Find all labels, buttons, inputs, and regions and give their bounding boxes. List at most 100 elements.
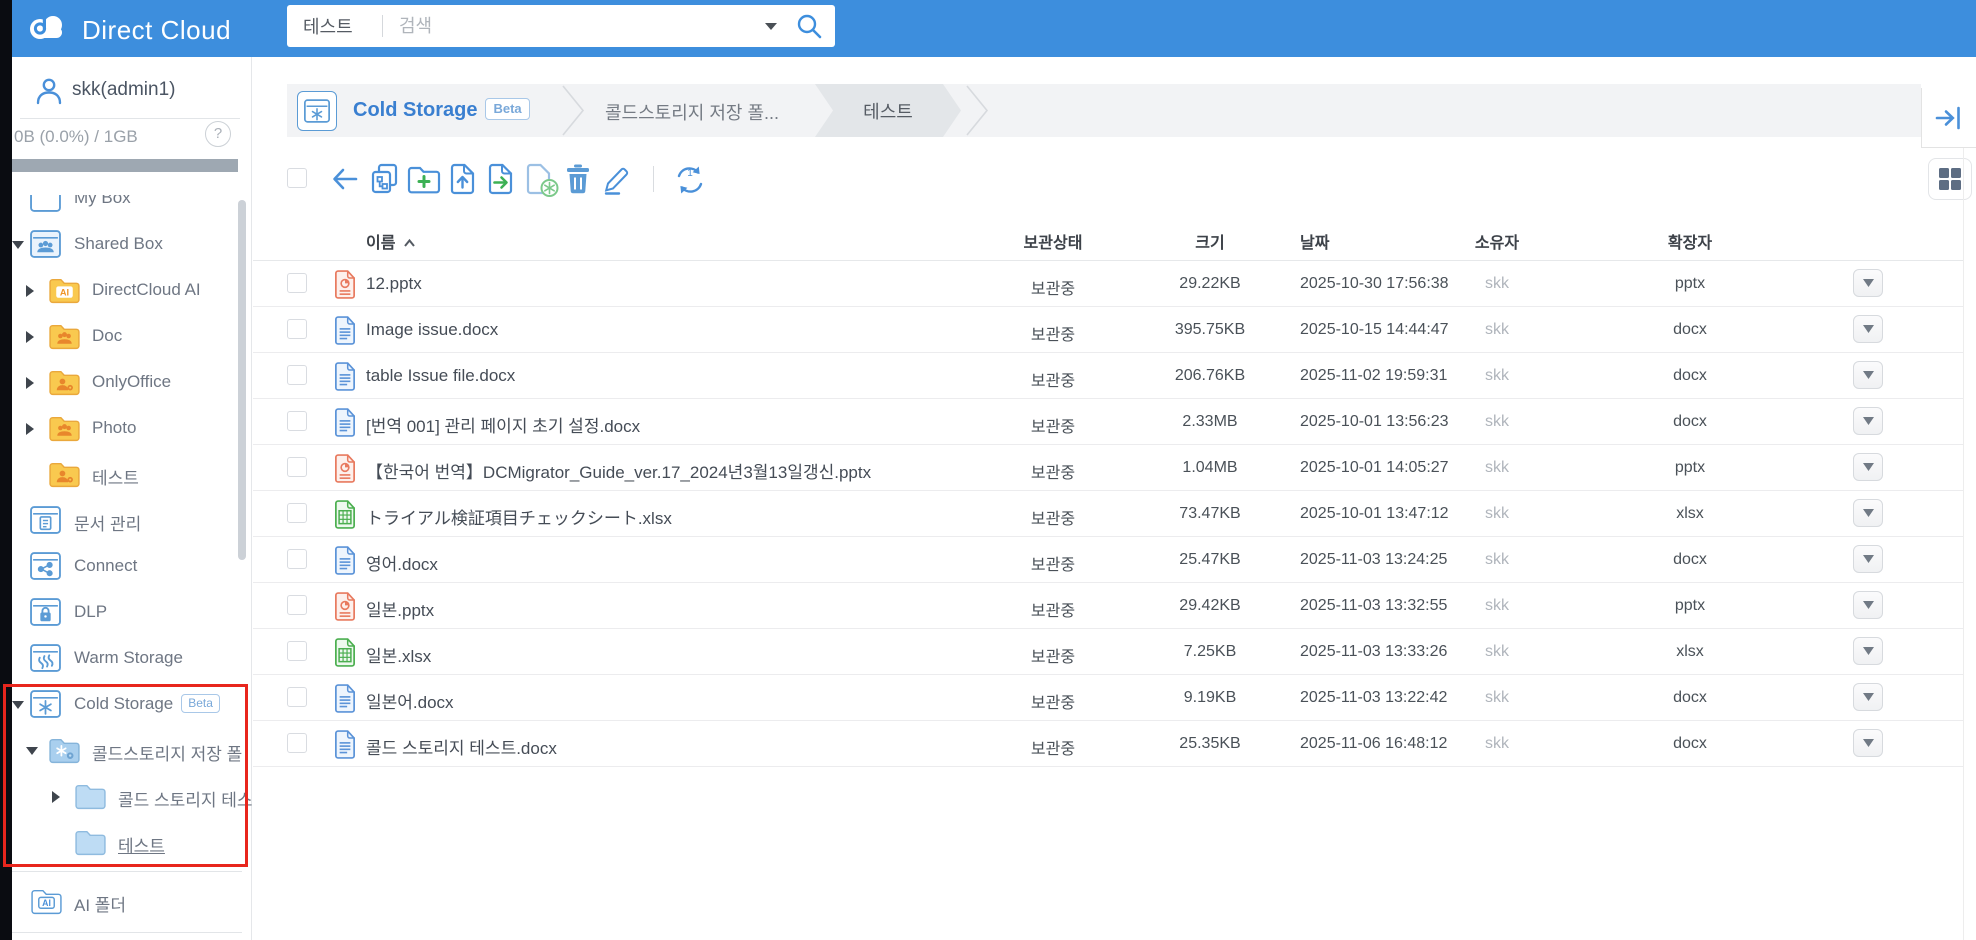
collapsed-arrow-icon[interactable] <box>52 791 60 803</box>
row-checkbox[interactable] <box>287 687 307 707</box>
file-name[interactable]: [번역 001] 관리 페이지 초기 설정.docx <box>366 412 640 437</box>
row-menu-button[interactable] <box>1853 499 1883 527</box>
expanded-arrow-icon[interactable] <box>12 241 24 249</box>
column-header-name[interactable]: 이름 <box>366 229 416 253</box>
file-name[interactable]: 【한국어 번역】DCMigrator_Guide_ver.17_2024년3월1… <box>366 458 871 483</box>
row-menu-button[interactable] <box>1853 545 1883 573</box>
row-checkbox[interactable] <box>287 411 307 431</box>
sidebar-item-14[interactable]: 테스트 <box>12 819 252 865</box>
file-name[interactable]: 영어.docx <box>366 550 438 575</box>
sidebar-item-13[interactable]: 콜드 스토리지 테스 <box>12 773 252 819</box>
sidebar-item-8[interactable]: Connect <box>12 543 252 589</box>
collapse-panel-button[interactable] <box>1921 88 1976 148</box>
row-checkbox[interactable] <box>287 273 307 293</box>
file-ext: docx <box>1673 735 1707 752</box>
row-checkbox[interactable] <box>287 457 307 477</box>
new-folder-icon[interactable] <box>405 161 443 202</box>
rename-icon[interactable] <box>598 161 634 202</box>
copy-icon[interactable] <box>367 161 403 202</box>
back-icon[interactable] <box>327 161 363 202</box>
file-date: 2025-10-01 13:47:12 <box>1300 505 1449 522</box>
breadcrumb: Cold Storage Beta 콜드스토리지 저장 폴... 테스트 <box>287 84 1921 137</box>
column-header-size[interactable]: 크기 <box>1195 229 1224 253</box>
file-owner: skk <box>1485 459 1509 476</box>
row-menu-button[interactable] <box>1853 407 1883 435</box>
file-owner: skk <box>1485 551 1509 568</box>
unfreeze-icon[interactable] <box>521 161 561 204</box>
move-out-icon[interactable] <box>483 161 519 202</box>
column-header-date[interactable]: 날짜 <box>1300 229 1329 253</box>
row-menu-button[interactable] <box>1853 361 1883 389</box>
sidebar-item-2[interactable]: AI DirectCloud AI <box>12 267 252 313</box>
file-name[interactable]: 일본어.docx <box>366 688 454 713</box>
directcloud-logo[interactable]: Direct Cloud <box>26 12 231 49</box>
sidebar-item-7[interactable]: 문서 관리 <box>12 497 252 543</box>
collapsed-arrow-icon[interactable] <box>26 331 34 343</box>
sidebar-item-12[interactable]: 콜드스토리지 저장 폴 <box>12 727 252 773</box>
sidebar-item-label: OnlyOffice <box>92 372 172 391</box>
row-checkbox[interactable] <box>287 641 307 661</box>
file-name[interactable]: 일본.pptx <box>366 596 434 621</box>
file-name[interactable]: 12.pptx <box>366 274 422 294</box>
upload-icon[interactable] <box>445 161 481 202</box>
sidebar-item-5[interactable]: Photo <box>12 405 252 451</box>
row-menu-button[interactable] <box>1853 453 1883 481</box>
refresh-icon[interactable]: 1 <box>671 161 709 204</box>
column-header-owner[interactable]: 소유자 <box>1475 229 1519 253</box>
breadcrumb-current[interactable]: 테스트 <box>815 84 961 137</box>
sidebar-item-1[interactable]: Shared Box <box>12 221 252 267</box>
delete-icon[interactable] <box>561 161 595 202</box>
sidebar-item-6[interactable]: 테스트 <box>12 451 252 497</box>
row-menu-button[interactable] <box>1853 729 1883 757</box>
search-input[interactable] <box>399 9 749 43</box>
sidebar-item-0[interactable]: My Box <box>12 195 252 221</box>
expanded-arrow-icon[interactable] <box>26 747 38 755</box>
row-menu-button[interactable] <box>1853 315 1883 343</box>
file-ext: pptx <box>1674 275 1706 292</box>
row-menu-button[interactable] <box>1853 591 1883 619</box>
row-menu-button[interactable] <box>1853 683 1883 711</box>
file-name[interactable]: 콜드 스토리지 테스트.docx <box>366 734 557 759</box>
file-name[interactable]: table Issue file.docx <box>366 366 515 386</box>
breadcrumb-root[interactable]: Cold Storage Beta <box>353 98 530 122</box>
file-ext: xlsx <box>1676 505 1704 522</box>
file-pptx-icon <box>333 592 357 626</box>
table-row: 일본.xlsx 보관중 7.25KB 2025-11-03 13:33:26 skk xl… <box>253 629 1963 675</box>
breadcrumb-folder[interactable]: 콜드스토리지 저장 폴... <box>605 99 779 125</box>
row-menu-button[interactable] <box>1853 269 1883 297</box>
beta-badge: Beta <box>181 694 220 713</box>
row-checkbox[interactable] <box>287 733 307 753</box>
column-header-ext[interactable]: 확장자 <box>1668 229 1712 253</box>
sidebar-item-10[interactable]: Warm Storage <box>12 635 252 681</box>
row-checkbox[interactable] <box>287 319 307 339</box>
file-size: 1.04MB <box>1182 459 1238 476</box>
row-checkbox[interactable] <box>287 365 307 385</box>
file-name[interactable]: 일본.xlsx <box>366 642 431 667</box>
table-row: Image issue.docx 보관중 395.75KB 2025-10-15 14… <box>253 307 1963 353</box>
sidebar-item-ai-folder[interactable]: AI AI 폴더 <box>12 878 252 924</box>
sidebar-item-3[interactable]: Doc <box>12 313 252 359</box>
sidebar-item-11[interactable]: Cold Storage Beta <box>12 681 252 727</box>
help-icon[interactable]: ? <box>205 121 231 147</box>
sidebar-scrollbar[interactable] <box>238 200 246 560</box>
row-checkbox[interactable] <box>287 595 307 615</box>
chevron-down-icon[interactable] <box>765 23 777 30</box>
file-name[interactable]: Image issue.docx <box>366 320 498 340</box>
table-row: table Issue file.docx 보관중 206.76KB 2025-11-… <box>253 353 1963 399</box>
collapsed-arrow-icon[interactable] <box>26 285 34 297</box>
row-menu-button[interactable] <box>1853 637 1883 665</box>
collapsed-arrow-icon[interactable] <box>26 377 34 389</box>
column-header-status[interactable]: 보관상태 <box>1024 229 1083 253</box>
file-name[interactable]: トライアル検証項目チェックシート.xlsx <box>366 504 672 529</box>
row-checkbox[interactable] <box>287 503 307 523</box>
top-header-bar: Direct Cloud 테스트 <box>12 0 1976 57</box>
search-icon[interactable] <box>795 12 823 45</box>
collapsed-arrow-icon[interactable] <box>26 423 34 435</box>
sidebar-item-4[interactable]: OnlyOffice <box>12 359 252 405</box>
select-all-checkbox[interactable] <box>287 168 307 188</box>
search-scope-label[interactable]: 테스트 <box>303 13 353 39</box>
row-checkbox[interactable] <box>287 549 307 569</box>
file-status: 보관중 <box>1030 511 1076 528</box>
sidebar-item-9[interactable]: DLP <box>12 589 252 635</box>
expanded-arrow-icon[interactable] <box>12 701 24 709</box>
